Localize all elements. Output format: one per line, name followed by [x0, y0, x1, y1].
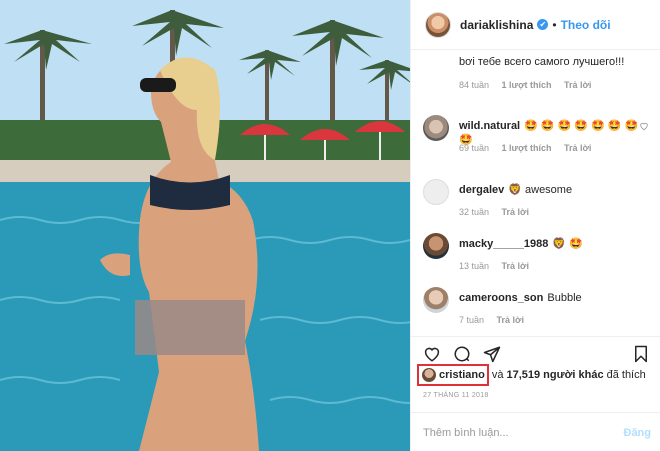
post-comment-button[interactable]: Đăng — [624, 427, 652, 439]
post-side-panel: dariaklishina ✔ • Theo dõi bơi тебе всег… — [410, 0, 660, 451]
post-date[interactable]: 27 THÁNG 11 2018 — [423, 392, 489, 399]
likes-suffix: đã thích — [606, 369, 646, 381]
comment-avatar[interactable] — [423, 287, 449, 313]
pool-scene-illustration — [0, 0, 410, 451]
post-actions-bar — [411, 336, 660, 366]
liker-avatar[interactable] — [422, 368, 436, 382]
add-comment-bar: Thêm bình luận... Đăng — [411, 412, 660, 451]
comment-reply-button[interactable]: Trả lời — [502, 207, 529, 217]
post-photo[interactable] — [0, 0, 410, 451]
comment-time[interactable]: 32 tuần — [459, 207, 489, 217]
comment-text: Bubble — [547, 292, 582, 304]
comment-body: cameroons_son Bubble — [459, 291, 639, 305]
comment-avatar[interactable] — [423, 233, 449, 259]
comment-text: 🦁 awesome — [508, 184, 573, 196]
caption-meta: 84 tuần 1 lượt thích Trả lời — [459, 78, 649, 92]
highlighted-liker[interactable]: cristiano — [417, 364, 489, 386]
share-icon[interactable] — [483, 345, 501, 363]
comment-text: 🦁 🤩 — [552, 238, 583, 250]
caption-text: bơi тебе всего самого лучшего!!! — [459, 56, 625, 68]
caption-continuation: bơi тебе всего самого лучшего!!! 84 tuần… — [459, 55, 649, 92]
comment-meta: 32 tuần Trả lời — [459, 207, 539, 217]
caption-likes[interactable]: 1 lượt thích — [502, 80, 552, 90]
comment-reply-button[interactable]: Trả lời — [502, 261, 529, 271]
comment-username[interactable]: cameroons_son — [459, 292, 543, 304]
comment-meta: 69 tuần 1 lượt thích Trả lời — [459, 143, 601, 153]
comment-avatar[interactable] — [423, 179, 449, 205]
comment-reply-button[interactable]: Trả lời — [564, 143, 591, 153]
likes-conjunction: và — [491, 369, 504, 381]
follow-button[interactable]: Theo dõi — [561, 18, 611, 32]
comment-username[interactable]: dergalev — [459, 184, 504, 196]
comment-body: macky_____1988 🦁 🤩 — [459, 237, 639, 251]
verified-badge-icon: ✔ — [537, 19, 549, 30]
likes-summary: cristiano và 17,519 người khác đã thích — [417, 364, 659, 386]
comment-reply-button[interactable]: Trả lời — [497, 315, 524, 325]
caption-time[interactable]: 84 tuần — [459, 80, 489, 90]
separator-dot: • — [552, 17, 557, 32]
comment-username[interactable]: macky_____1988 — [459, 238, 548, 250]
bookmark-icon[interactable] — [633, 345, 649, 363]
comment-likes[interactable]: 1 lượt thích — [502, 143, 552, 153]
heart-icon[interactable] — [423, 345, 441, 363]
likes-count[interactable]: 17,519 người khác — [506, 369, 603, 381]
comment-icon[interactable] — [453, 345, 471, 363]
small-heart-icon[interactable] — [639, 121, 649, 131]
comment-time[interactable]: 69 tuần — [459, 143, 489, 153]
post-header: dariaklishina ✔ • Theo dõi — [411, 0, 660, 50]
owner-avatar[interactable] — [425, 11, 451, 38]
comment-time[interactable]: 13 tuần — [459, 261, 489, 271]
liker-username[interactable]: cristiano — [439, 369, 485, 381]
comment-meta: 13 tuần Trả lời — [459, 261, 539, 271]
caption-reply-button[interactable]: Trả lời — [564, 80, 591, 90]
owner-username[interactable]: dariaklishina — [460, 18, 533, 32]
comment-username[interactable]: wild.natural — [459, 120, 520, 132]
comment-meta: 7 tuần Trả lời — [459, 315, 534, 325]
comment-avatar[interactable] — [423, 115, 449, 141]
comment-input[interactable]: Thêm bình luận... — [423, 427, 509, 439]
comment-body: dergalev 🦁 awesome — [459, 183, 639, 197]
comment-time[interactable]: 7 tuần — [459, 315, 484, 325]
comments-list[interactable]: bơi тебе всего самого лучшего!!! 84 tuần… — [411, 51, 660, 333]
